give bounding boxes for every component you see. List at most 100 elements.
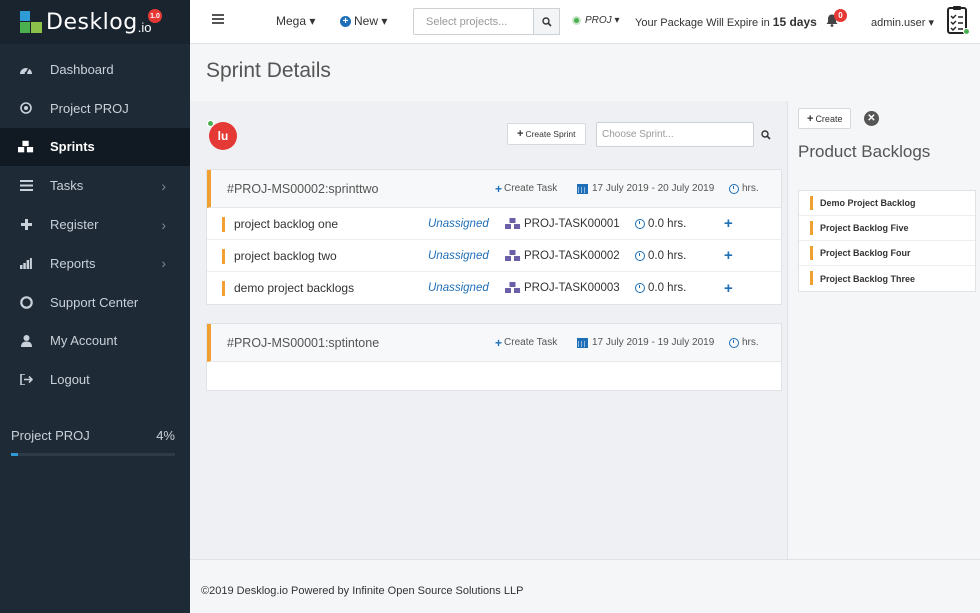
- sidebar-item-label: Register: [50, 217, 99, 233]
- footer-copyright: ©2019 Desklog.io Powered by Infinite Ope…: [201, 585, 524, 597]
- choose-sprint-input[interactable]: Choose Sprint...: [596, 122, 754, 147]
- user-icon: [18, 333, 34, 349]
- user-avatar[interactable]: [944, 6, 970, 36]
- sprint-dates-text: 17 July 2019 - 20 July 2019: [592, 183, 715, 194]
- sprint-card: #PROJ-MS00002:sprinttwo + Create Task 17 …: [206, 169, 782, 305]
- progress-bar: [11, 453, 175, 456]
- task-assignee[interactable]: Unassigned: [428, 282, 489, 294]
- task-id: PROJ-TASK00003: [505, 282, 620, 294]
- logout-icon: [18, 372, 34, 388]
- task-row[interactable]: project backlog one Unassigned PROJ-TASK…: [207, 208, 781, 240]
- sidebar-item-logout[interactable]: Logout: [0, 360, 190, 399]
- task-hours-text: 0.0 hrs.: [648, 217, 687, 230]
- backlog-item[interactable]: Demo Project Backlog: [799, 191, 975, 216]
- sprint-code[interactable]: #PROJ-MS00001:sptintone: [227, 336, 379, 350]
- task-id: PROJ-TASK00001: [505, 217, 620, 230]
- sidebar-item-register[interactable]: Register ›: [0, 205, 190, 244]
- task-hours: 0.0 hrs.: [635, 282, 686, 294]
- chevron-right-icon: ›: [161, 255, 166, 272]
- user-menu[interactable]: admin.user ▾: [871, 16, 934, 29]
- sidebar-item-reports[interactable]: Reports ›: [0, 244, 190, 283]
- notifications-button[interactable]: 0: [826, 9, 847, 30]
- dashboard-icon: [18, 61, 34, 77]
- plus-icon: +: [807, 112, 814, 125]
- caret-down-icon: ▾: [309, 14, 316, 28]
- priority-bar: [810, 271, 813, 285]
- current-user-avatar[interactable]: lu: [209, 122, 237, 150]
- sprint-task-list-empty: [207, 362, 781, 390]
- close-icon[interactable]: ✕: [864, 111, 879, 126]
- sidebar-item-tasks[interactable]: Tasks ›: [0, 166, 190, 205]
- plus-icon: +: [495, 181, 503, 196]
- backlog-item-label: Project Backlog Five: [820, 223, 909, 233]
- task-row[interactable]: project backlog two Unassigned PROJ-TASK…: [207, 240, 781, 272]
- sidebar-item-dashboard[interactable]: Dashboard: [0, 50, 190, 89]
- backlog-item[interactable]: Project Backlog Three: [799, 266, 975, 291]
- brand-logo[interactable]: Desklog .io 1.0: [0, 0, 190, 44]
- brand-tld: .io: [137, 19, 152, 35]
- brand-name: Desklog: [46, 9, 138, 35]
- chevron-right-icon: ›: [161, 216, 166, 233]
- create-task-button[interactable]: + Create Task: [495, 336, 557, 350]
- clock-icon: [635, 283, 645, 293]
- sidebar-item-my-account[interactable]: My Account: [0, 322, 190, 361]
- mega-label: Mega: [276, 14, 307, 28]
- sidebar-item-support[interactable]: Support Center: [0, 283, 190, 322]
- task-row[interactable]: demo project backlogs Unassigned PROJ-TA…: [207, 272, 781, 304]
- cubes-icon: [505, 282, 520, 293]
- add-subtask-button[interactable]: +: [724, 247, 733, 264]
- mega-menu[interactable]: Mega ▾: [276, 14, 315, 28]
- task-assignee[interactable]: Unassigned: [428, 250, 489, 262]
- expiry-text: Your Package Will Expire in: [635, 17, 770, 29]
- logo-icon: [20, 11, 42, 33]
- sidebar-item-label: Reports: [50, 255, 96, 271]
- task-id-text: PROJ-TASK00001: [524, 217, 620, 230]
- chevron-right-icon: ›: [161, 177, 166, 194]
- plus-icon: +: [517, 128, 524, 140]
- status-dot-icon: [572, 16, 581, 25]
- sprint-code[interactable]: #PROJ-MS00002:sprinttwo: [227, 182, 378, 196]
- create-task-button[interactable]: + Create Task: [495, 182, 557, 196]
- task-name[interactable]: project backlog one: [234, 217, 338, 231]
- new-label: New: [354, 14, 379, 28]
- notification-count-badge: 0: [834, 9, 847, 22]
- add-subtask-button[interactable]: +: [724, 215, 733, 232]
- caret-down-icon: ▾: [381, 14, 388, 28]
- search-icon: [541, 16, 552, 27]
- project-switcher[interactable]: PROJ ▾: [572, 15, 619, 26]
- sidebar-item-label: My Account: [50, 333, 118, 349]
- project-progress-percent: 4%: [156, 428, 175, 443]
- sprint-hours-text: hrs.: [742, 337, 759, 348]
- cubes-icon: [505, 249, 520, 261]
- menu-toggle-icon[interactable]: [212, 14, 224, 26]
- create-task-label: Create Task: [504, 337, 558, 348]
- sidebar-item-project[interactable]: Project PROJ: [0, 89, 190, 128]
- create-backlog-button[interactable]: + Create: [798, 108, 852, 129]
- list-icon: [18, 178, 34, 194]
- sprint-dates: 17 July 2019 - 19 July 2019: [577, 337, 714, 348]
- backlog-item-label: Project Backlog Three: [820, 273, 916, 284]
- backlog-item[interactable]: Project Backlog Five: [799, 216, 975, 241]
- add-subtask-button[interactable]: +: [724, 280, 733, 297]
- bar-chart-icon: [18, 255, 34, 271]
- create-sprint-button[interactable]: + Create Sprint: [507, 123, 586, 145]
- task-name[interactable]: project backlog two: [234, 249, 337, 263]
- task-name[interactable]: demo project backlogs: [234, 281, 354, 295]
- task-hours: 0.0 hrs.: [635, 250, 686, 262]
- backlog-item[interactable]: Project Backlog Four: [799, 241, 975, 266]
- search-button[interactable]: [533, 8, 560, 35]
- search-icon[interactable]: [761, 129, 771, 143]
- project-progress: Project PROJ 4%: [11, 428, 175, 456]
- cubes-icon: [18, 139, 34, 155]
- sidebar-item-label: Sprints: [50, 139, 95, 155]
- sidebar-item-sprints[interactable]: Sprints: [0, 127, 190, 167]
- sidebar-item-label: Logout: [50, 372, 90, 388]
- priority-bar: [222, 281, 225, 296]
- new-menu[interactable]: + New ▾: [340, 14, 387, 28]
- calendar-icon: [577, 183, 588, 194]
- task-hours-text: 0.0 hrs.: [648, 282, 687, 294]
- product-backlog-panel: + Create ✕ Product Backlogs Demo Project …: [787, 101, 980, 559]
- product-backlogs-title: Product Backlogs: [798, 142, 931, 161]
- task-assignee[interactable]: Unassigned: [428, 218, 489, 230]
- package-expiry-notice: Your Package Will Expire in 15 days: [635, 15, 817, 29]
